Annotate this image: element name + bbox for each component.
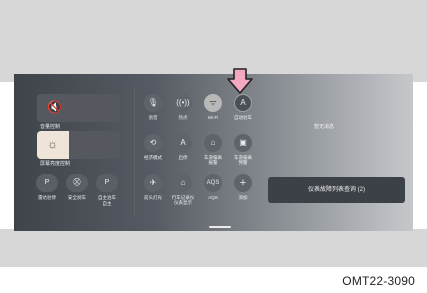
lane-departure-alert-toggle[interactable]: ⌂ bbox=[204, 134, 222, 152]
dashcam-label-line2: 仪表显示 bbox=[174, 200, 192, 205]
sun-icon: ☼ bbox=[47, 137, 58, 151]
brightness-slider[interactable]: ☼ bbox=[37, 131, 120, 159]
fault-list-query-button[interactable]: 仪表故障列表查询 (2) bbox=[268, 177, 405, 203]
start-stop-label: 启停 bbox=[178, 155, 188, 160]
mute-icon: 🔇 bbox=[47, 100, 62, 114]
voice-label: 语音 bbox=[148, 115, 158, 120]
lane-departure-alert-label-line2: 报警 bbox=[208, 160, 218, 165]
headlight-toggle[interactable]: ✈ bbox=[144, 174, 162, 192]
drag-handle[interactable] bbox=[209, 226, 231, 228]
auto-hold-label: 自动驻车 bbox=[234, 115, 252, 120]
auto-park-button[interactable]: P bbox=[96, 174, 118, 192]
hotspot-label: 热点 bbox=[178, 115, 188, 120]
auto-hold-toggle[interactable]: A bbox=[234, 94, 252, 112]
wifi-label: Wi-Fi bbox=[207, 115, 219, 120]
brightness-label: 屏幕亮度控制 bbox=[40, 161, 71, 167]
bottom-band bbox=[0, 229, 427, 267]
lane-departure-warning-toggle[interactable]: ▣ bbox=[234, 134, 252, 152]
no-messages-text: 暂无消息 bbox=[314, 124, 335, 130]
wifi-toggle[interactable]: ᯤ bbox=[204, 94, 222, 112]
volume-slider[interactable]: 🔇 bbox=[37, 94, 120, 122]
volume-label: 音量控制 bbox=[40, 124, 61, 130]
hotspot-toggle[interactable]: ((•)) bbox=[174, 94, 192, 112]
add-label: 添加 bbox=[238, 195, 248, 200]
panel-divider bbox=[134, 86, 135, 216]
eco-mode-label: 经济模式 bbox=[144, 155, 162, 160]
safe-brake-button[interactable]: ⛒ bbox=[66, 174, 88, 192]
safe-brake-label: 安全刹车 bbox=[68, 195, 86, 200]
aqs-label: AQS bbox=[208, 195, 218, 200]
control-center-screen: 🔇 音量控制 ☼ 屏幕亮度控制 P ⛒ P 雷达驻停 安全刹车 自主泊车 自主 … bbox=[14, 74, 413, 231]
radar-park-label: 雷达驻停 bbox=[38, 195, 56, 200]
headlight-label: 前头灯光 bbox=[144, 195, 162, 200]
figure-code: OMT22-3090 bbox=[342, 274, 415, 288]
eco-mode-toggle[interactable]: ⟲ bbox=[144, 134, 162, 152]
start-stop-toggle[interactable]: A bbox=[174, 134, 192, 152]
top-band bbox=[0, 0, 427, 82]
dashcam-toggle[interactable]: ⌂ bbox=[174, 174, 192, 192]
radar-park-button[interactable]: P bbox=[36, 174, 58, 192]
add-button[interactable]: + bbox=[234, 174, 252, 192]
callout-arrow-icon bbox=[227, 68, 253, 94]
lane-departure-warning-label-line2: 预警 bbox=[238, 160, 248, 165]
voice-toggle[interactable]: 🎙 bbox=[144, 94, 162, 112]
auto-park-label-line2: 自主 bbox=[102, 201, 112, 206]
aqs-toggle[interactable]: AQS bbox=[204, 174, 222, 192]
